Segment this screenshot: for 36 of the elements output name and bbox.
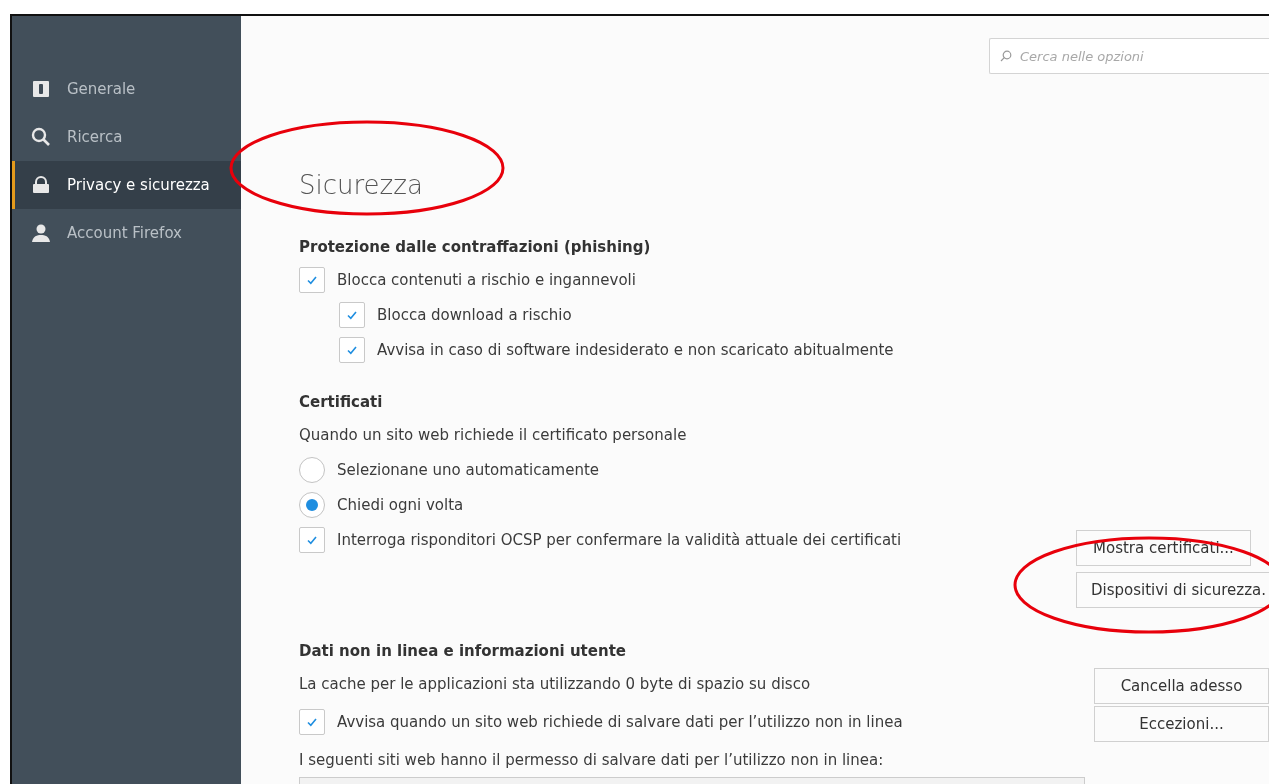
description-text: Quando un sito web richiede il certificato personale — [299, 425, 687, 444]
description-text: I seguenti siti web hanno il permesso di salvare dati per l’utilizzo non in linea: — [299, 750, 884, 769]
radio-button[interactable] — [299, 491, 325, 518]
checkbox[interactable] — [339, 336, 365, 363]
sidebar-item[interactable]: Privacy e sicurezza — [12, 161, 241, 209]
section-heading: Dati non in linea e informazioni utente — [299, 642, 627, 660]
checkbox[interactable] — [339, 301, 365, 328]
search-field[interactable]: Cerca nelle opzioni — [989, 38, 1269, 74]
section-heading: Protezione dalle contraffazioni (phishing) — [299, 238, 652, 256]
radio-label[interactable]: Selezionane uno automaticamente — [337, 460, 600, 479]
checkbox[interactable] — [299, 708, 325, 735]
action-button[interactable]: Eccezioni... — [1094, 706, 1269, 742]
action-button[interactable]: Dispositivi di sicurezza. — [1075, 572, 1269, 608]
checkbox-label[interactable]: Avvisa quando un sito web richiede di salvare dati per l’utilizzo non in linea — [337, 712, 903, 731]
switch-icon — [31, 79, 51, 99]
sidebar-item[interactable]: Ricerca — [12, 113, 241, 161]
page-title: Sicurezza — [299, 170, 424, 200]
checkbox-label[interactable]: Blocca contenuti a rischio e ingannevoli — [337, 270, 636, 289]
search-input[interactable]: Cerca nelle opzioni — [1018, 47, 1262, 65]
section-heading: Certificati — [299, 393, 384, 411]
description-text: La cache per le applicazioni sta utilizzando 0 byte di spazio su disco — [299, 674, 811, 693]
sidebar-item[interactable]: Account Firefox — [12, 209, 241, 257]
checkbox-label[interactable]: Blocca download a rischio — [377, 305, 572, 324]
magnifier-icon — [31, 127, 51, 147]
radio-button[interactable] — [299, 456, 325, 483]
checkbox-label[interactable]: Avvisa in caso di software indesiderato e non scaricato abitualmente — [377, 340, 894, 359]
person-icon — [31, 223, 51, 243]
checkbox[interactable] — [299, 266, 325, 293]
checkbox-label[interactable]: Interroga risponditori OCSP per confermare la validità attuale dei certificati — [337, 530, 902, 549]
radio-label[interactable]: Chiedi ogni volta — [337, 495, 464, 514]
action-button[interactable]: Cancella adesso — [1094, 668, 1269, 704]
action-button[interactable]: Mostra certificati... — [1075, 530, 1251, 566]
sidebar-item[interactable]: Generale — [12, 65, 241, 113]
checkbox[interactable] — [299, 526, 325, 553]
padlock-icon — [31, 175, 51, 195]
search-icon — [1000, 50, 1012, 62]
